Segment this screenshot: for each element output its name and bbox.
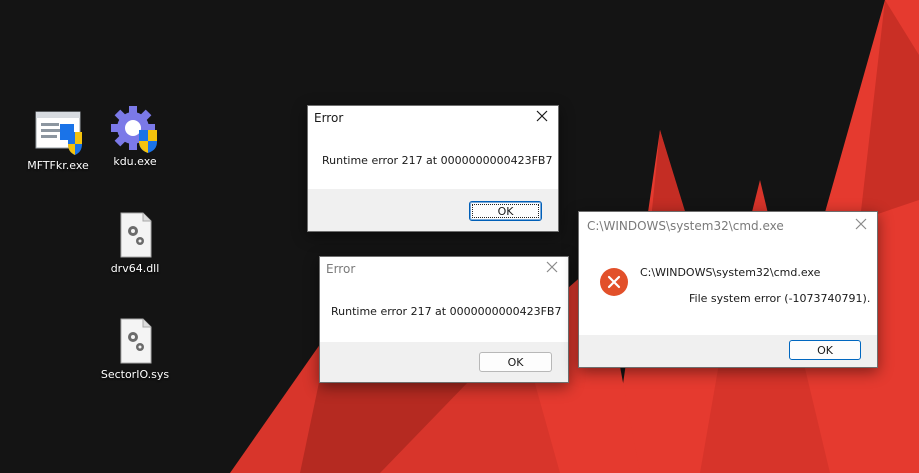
desktop-icon-label: SectorIO.sys — [100, 368, 170, 381]
desktop-icon-label: kdu.exe — [113, 155, 157, 168]
dialog-titlebar[interactable]: C:\WINDOWS\system32\cmd.exe — [579, 212, 877, 240]
dialog-body: C:\WINDOWS\system32\cmd.exe File system … — [579, 240, 877, 367]
error-dialog-bottom: Error Runtime error 217 at 0000000000423… — [319, 256, 569, 383]
app-window-shield-icon — [32, 108, 84, 156]
dialog-heading: C:\WINDOWS\system32\cmd.exe — [640, 266, 821, 279]
close-icon — [855, 212, 867, 240]
dialog-title: C:\WINDOWS\system32\cmd.exe — [587, 219, 784, 233]
dialog-title: Error — [314, 111, 344, 125]
close-icon — [546, 257, 558, 281]
desktop-icon-mftfkr[interactable]: MFTFkr.exe — [18, 108, 98, 172]
dialog-footer: OK — [320, 342, 568, 382]
close-button[interactable] — [542, 259, 562, 279]
dialog-titlebar[interactable]: Error — [320, 257, 568, 281]
desktop-icon-label: MFTFkr.exe — [27, 159, 89, 172]
close-button[interactable] — [851, 216, 871, 236]
dialog-footer: OK — [308, 189, 558, 231]
error-dialog-top: Error Runtime error 217 at 0000000000423… — [307, 105, 559, 232]
settings-file-icon — [109, 317, 161, 365]
gear-shield-icon — [109, 104, 161, 153]
dialog-message: Runtime error 217 at 0000000000423FB7 — [322, 154, 553, 167]
ok-button[interactable]: OK — [469, 201, 542, 221]
desktop-icon-kdu[interactable]: kdu.exe — [95, 104, 175, 168]
close-button[interactable] — [532, 108, 552, 128]
ok-button[interactable]: OK — [479, 352, 552, 372]
dialog-body: Runtime error 217 at 0000000000423FB7 OK — [320, 281, 568, 382]
desktop-icon-drv64[interactable]: drv64.dll — [95, 211, 175, 275]
close-icon — [536, 106, 548, 130]
dialog-message: Runtime error 217 at 0000000000423FB7 — [331, 305, 562, 318]
desktop-icon-label: drv64.dll — [110, 262, 160, 275]
dialog-titlebar[interactable]: Error — [308, 106, 558, 130]
error-x-icon — [599, 267, 629, 301]
dialog-footer: OK — [579, 335, 877, 367]
dialog-message: File system error (-1073740791). — [689, 292, 871, 305]
dialog-title: Error — [326, 262, 356, 276]
dialog-body: Runtime error 217 at 0000000000423FB7 OK — [308, 130, 558, 231]
cmd-error-dialog: C:\WINDOWS\system32\cmd.exe C:\WINDOWS\s… — [578, 211, 878, 368]
ok-button[interactable]: OK — [789, 340, 861, 360]
settings-file-icon — [109, 211, 161, 259]
desktop-icon-sectorio[interactable]: SectorIO.sys — [95, 317, 175, 381]
